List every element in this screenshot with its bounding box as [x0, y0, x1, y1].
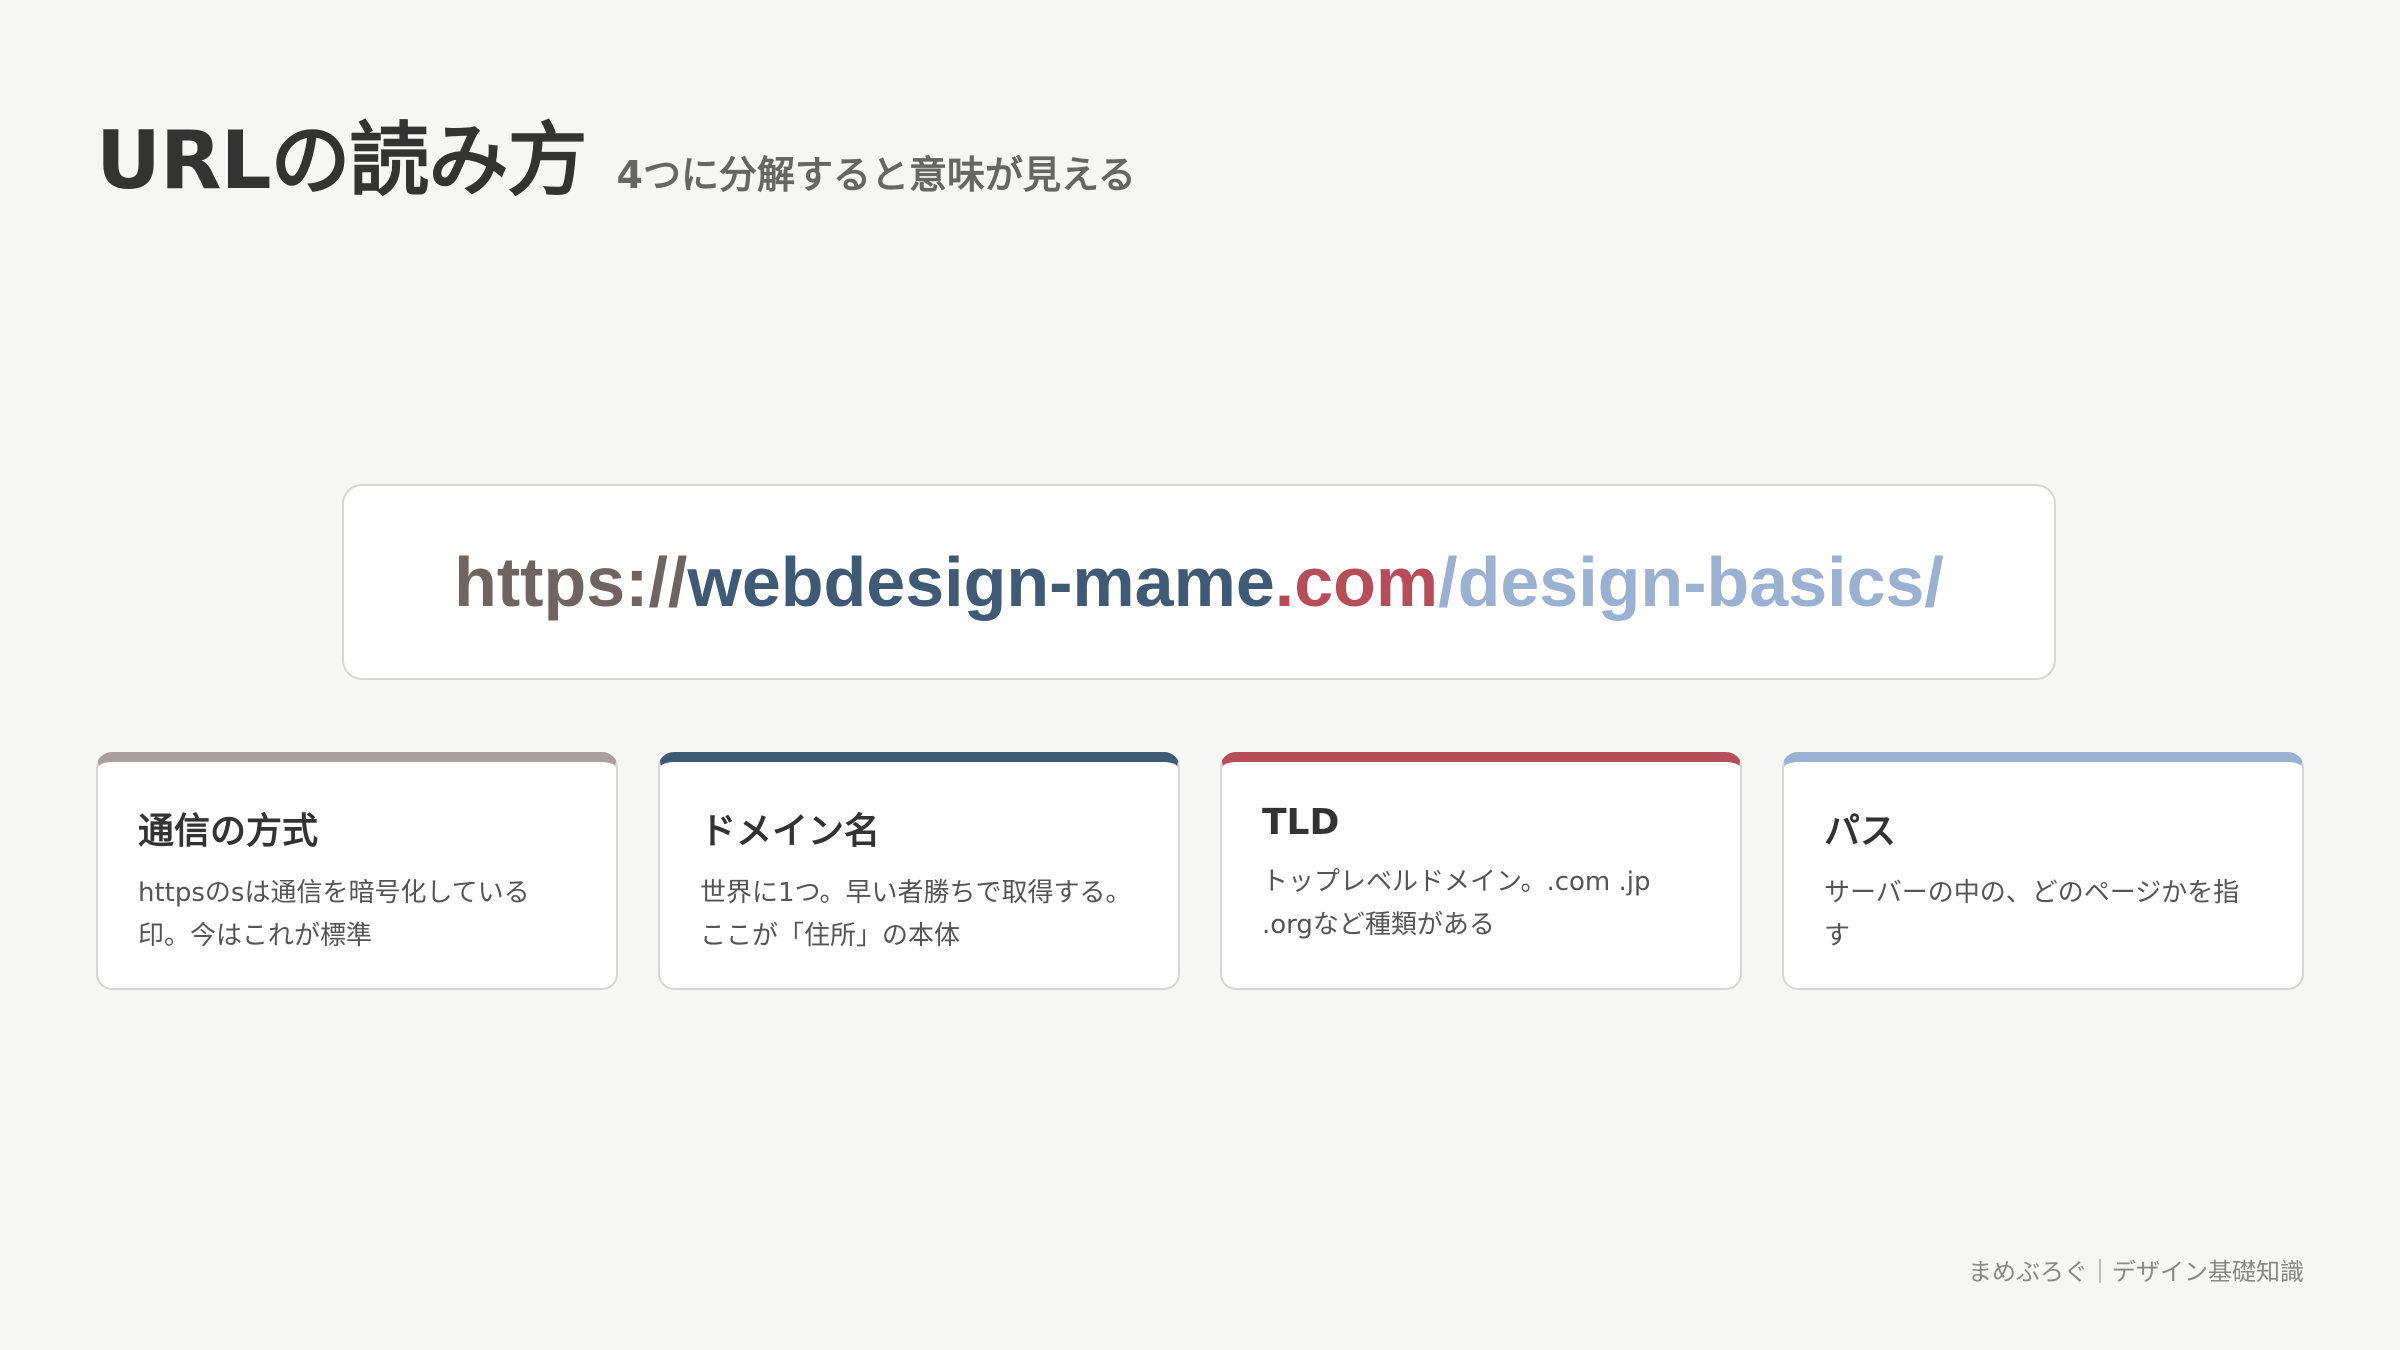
card-scheme: 通信の方式 httpsのsは通信を暗号化している印。今はこれが標準	[96, 752, 618, 990]
url-text: https://webdesign-mame.com/design-basics…	[454, 542, 1944, 622]
page-subtitle: 4つに分解すると意味が見える	[616, 153, 1136, 197]
page-title: URLの読み方	[96, 114, 588, 207]
card-title: TLD	[1262, 802, 1340, 843]
url-part-path: /design-basics/	[1438, 543, 1944, 621]
card-title: ドメイン名	[700, 811, 881, 852]
card-title: パス	[1824, 811, 1897, 852]
header: URLの読み方 4つに分解すると意味が見える	[96, 96, 1136, 212]
card-list: 通信の方式 httpsのsは通信を暗号化している印。今はこれが標準 ドメイン名 …	[96, 752, 2304, 990]
url-part-scheme: https://	[454, 543, 688, 621]
url-part-tld: .com	[1274, 543, 1439, 621]
card-title: 通信の方式	[138, 811, 319, 852]
url-part-domain: webdesign-mame	[687, 543, 1275, 621]
card-path: パス サーバーの中の、どのページかを指す	[1782, 752, 2304, 990]
footer-credit: まめぶろぐ｜デザイン基礎知識	[1968, 1258, 2304, 1286]
card-description: サーバーの中の、どのページかを指す	[1824, 878, 2240, 951]
card-domain: ドメイン名 世界に1つ。早い者勝ちで取得する。ここが「住所」の本体	[658, 752, 1180, 990]
url-box: https://webdesign-mame.com/design-basics…	[342, 484, 2056, 680]
card-description: トップレベルドメイン。.com .jp .orgなど種類がある	[1262, 867, 1651, 940]
card-description: httpsのsは通信を暗号化している印。今はこれが標準	[138, 878, 530, 951]
card-description: 世界に1つ。早い者勝ちで取得する。ここが「住所」の本体	[700, 878, 1132, 951]
card-tld: TLD トップレベルドメイン。.com .jp .orgなど種類がある	[1220, 752, 1742, 990]
